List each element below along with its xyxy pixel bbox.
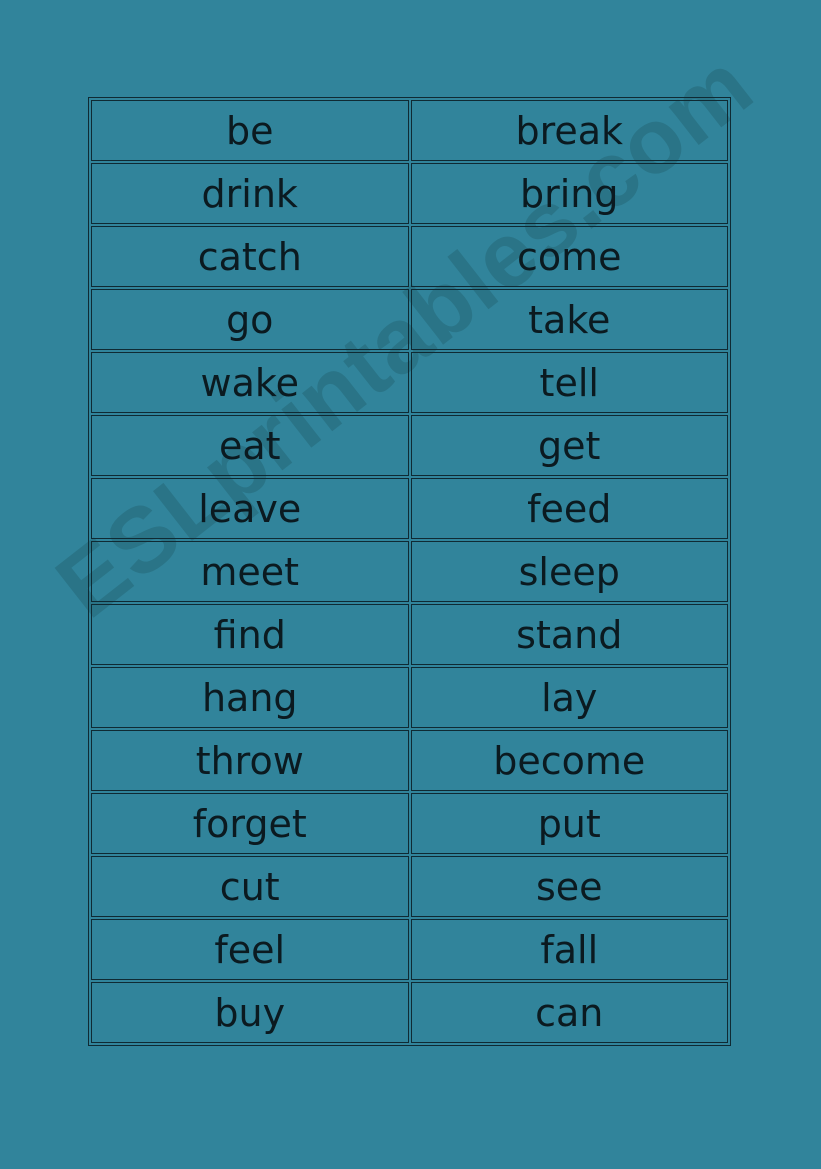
- table-row: hang lay: [91, 667, 728, 728]
- word-cell-right: break: [410, 100, 728, 161]
- word-cell-left: cut: [91, 856, 409, 917]
- word-cell-left: wake: [91, 352, 409, 413]
- word-cell-right: become: [410, 730, 728, 791]
- table-row: find stand: [91, 604, 728, 665]
- word-cell-left: go: [91, 289, 409, 350]
- table-row: drink bring: [91, 163, 728, 224]
- word-cell-left: be: [91, 100, 409, 161]
- word-cell-left: find: [91, 604, 409, 665]
- word-cell-left: buy: [91, 982, 409, 1043]
- word-cell-left: leave: [91, 478, 409, 539]
- word-cell-left: feel: [91, 919, 409, 980]
- word-cell-right: can: [410, 982, 728, 1043]
- word-cell-right: bring: [410, 163, 728, 224]
- word-cell-right: get: [410, 415, 728, 476]
- table-row: go take: [91, 289, 728, 350]
- word-cell-right: stand: [410, 604, 728, 665]
- table-row: wake tell: [91, 352, 728, 413]
- table-row: buy can: [91, 982, 728, 1043]
- verb-table: be break drink bring catch come go take wake tell…: [88, 97, 731, 1046]
- word-cell-left: eat: [91, 415, 409, 476]
- table-row: eat get: [91, 415, 728, 476]
- word-cell-left: drink: [91, 163, 409, 224]
- word-cell-left: hang: [91, 667, 409, 728]
- word-cell-left: throw: [91, 730, 409, 791]
- table-row: leave feed: [91, 478, 728, 539]
- table-row: cut see: [91, 856, 728, 917]
- word-cell-left: meet: [91, 541, 409, 602]
- table-row: catch come: [91, 226, 728, 287]
- word-cell-right: lay: [410, 667, 728, 728]
- word-cell-right: put: [410, 793, 728, 854]
- word-cell-right: tell: [410, 352, 728, 413]
- word-cell-left: catch: [91, 226, 409, 287]
- table-row: forget put: [91, 793, 728, 854]
- table-row: meet sleep: [91, 541, 728, 602]
- word-cell-right: see: [410, 856, 728, 917]
- word-cell-right: take: [410, 289, 728, 350]
- table-row: be break: [91, 100, 728, 161]
- table-row: throw become: [91, 730, 728, 791]
- word-cell-left: forget: [91, 793, 409, 854]
- table-row: feel fall: [91, 919, 728, 980]
- word-cell-right: feed: [410, 478, 728, 539]
- worksheet-page: ESLprintables.com be break drink bring catch…: [0, 0, 821, 1169]
- word-cell-right: sleep: [410, 541, 728, 602]
- word-cell-right: fall: [410, 919, 728, 980]
- word-cell-right: come: [410, 226, 728, 287]
